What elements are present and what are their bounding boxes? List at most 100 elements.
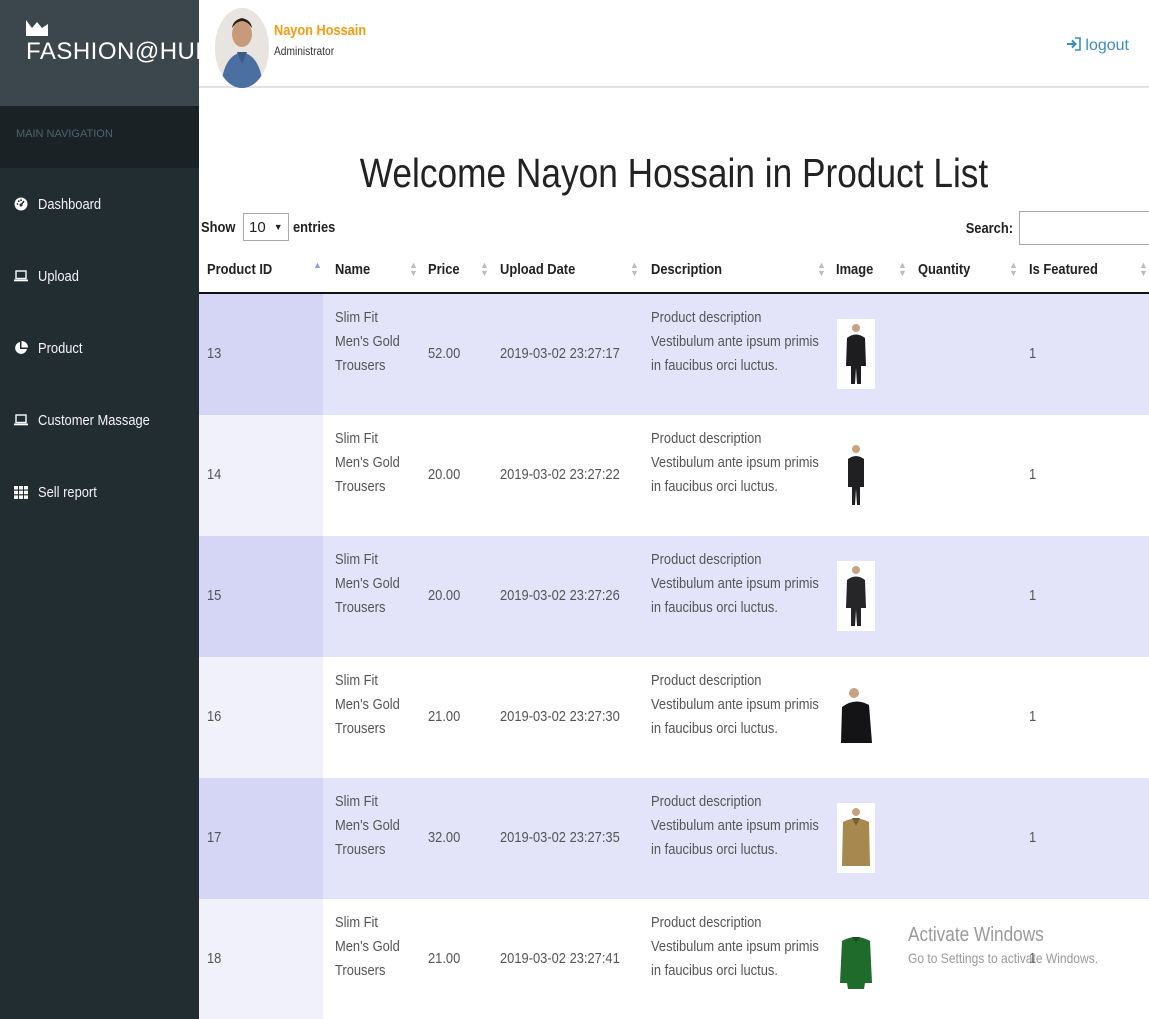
grid-icon bbox=[14, 485, 28, 499]
cell-name: Slim Fit Men's Gold Trousers bbox=[335, 309, 400, 374]
avatar-image bbox=[215, 8, 269, 88]
sidebar-item-label: Dashboard bbox=[38, 195, 102, 213]
dashboard-icon bbox=[14, 197, 28, 211]
column-header-product-id[interactable]: Product ID bbox=[207, 261, 283, 278]
cell-product-id: 16 bbox=[207, 708, 222, 725]
cell-description: Product description Vestibulum ante ipsum… bbox=[651, 914, 819, 979]
product-image[interactable] bbox=[837, 803, 875, 873]
sort-asc-icon: ▲ bbox=[313, 260, 322, 270]
product-thumbnail bbox=[841, 688, 872, 743]
user-role: Administrator bbox=[274, 44, 335, 58]
cell-description: Product description Vestibulum ante ipsum… bbox=[651, 551, 819, 616]
column-header-quantity[interactable]: Quantity bbox=[918, 261, 979, 278]
sort-icon: ▲ ▼ bbox=[409, 260, 418, 278]
cell-price: 21.00 bbox=[428, 708, 461, 725]
column-header-image[interactable]: Image bbox=[836, 261, 879, 278]
column-header-description[interactable]: Description bbox=[651, 261, 734, 278]
brand-name: FASHION@HUB bbox=[26, 38, 212, 65]
table-row[interactable]: 15 Slim Fit Men's Gold Trousers 20.00 2019… bbox=[199, 536, 1149, 657]
logout-label: logout bbox=[1085, 36, 1129, 54]
product-thumbnail bbox=[842, 808, 870, 866]
cell-product-id: 18 bbox=[207, 950, 222, 967]
laptop-icon bbox=[14, 413, 28, 427]
laptop-icon bbox=[14, 269, 28, 283]
sidebar-item-label: Sell report bbox=[38, 483, 97, 501]
cell-description: Product description Vestibulum ante ipsum… bbox=[651, 793, 819, 858]
cell-is-featured: 1 bbox=[1029, 587, 1037, 604]
cell-description: Product description Vestibulum ante ipsum… bbox=[651, 430, 819, 495]
sort-icon: ▲ ▼ bbox=[1009, 260, 1018, 278]
cell-price: 52.00 bbox=[428, 345, 461, 362]
activate-windows-watermark: Activate Windows Go to Settings to activ… bbox=[908, 924, 1129, 966]
cell-name: Slim Fit Men's Gold Trousers bbox=[335, 793, 400, 858]
cell-product-id: 13 bbox=[207, 345, 222, 362]
cell-upload-date: 2019-03-02 23:27:41 bbox=[500, 950, 620, 967]
column-header-upload-date[interactable]: Upload Date bbox=[500, 261, 588, 278]
product-image[interactable] bbox=[837, 440, 875, 510]
cell-price: 20.00 bbox=[428, 466, 461, 483]
brand[interactable]: FASHION@HUB bbox=[0, 0, 211, 106]
cell-name: Slim Fit Men's Gold Trousers bbox=[335, 430, 400, 495]
sort-icon: ▲ ▼ bbox=[630, 260, 639, 278]
sidebar: FASHION@HUB MAIN NAVIGATION Dashboard Up… bbox=[0, 0, 211, 1019]
sidebar-item-customer-massage[interactable]: Customer Massage bbox=[0, 384, 199, 456]
cell-product-id: 14 bbox=[207, 466, 222, 483]
product-image[interactable] bbox=[837, 319, 875, 389]
table-row[interactable]: 14 Slim Fit Men's Gold Trousers 20.00 2019… bbox=[199, 415, 1149, 536]
cell-price: 20.00 bbox=[428, 587, 461, 604]
column-header-price[interactable]: Price bbox=[428, 261, 465, 278]
product-thumbnail bbox=[846, 566, 866, 626]
cell-upload-date: 2019-03-02 23:27:30 bbox=[500, 708, 620, 725]
sidebar-item-label: Customer Massage bbox=[38, 411, 150, 429]
cell-name: Slim Fit Men's Gold Trousers bbox=[335, 672, 400, 737]
sort-icon: ▲ ▼ bbox=[817, 260, 826, 278]
sidebar-item-sell-report[interactable]: Sell report bbox=[0, 456, 199, 528]
top-header: Nayon Hossain Administrator logout bbox=[199, 0, 1149, 88]
cell-description: Product description Vestibulum ante ipsum… bbox=[651, 672, 819, 737]
avatar[interactable] bbox=[215, 8, 269, 88]
table-row[interactable]: 16 Slim Fit Men's Gold Trousers 21.00 2019… bbox=[199, 657, 1149, 778]
entries-label: entries bbox=[292, 218, 335, 236]
cell-upload-date: 2019-03-02 23:27:17 bbox=[500, 345, 620, 362]
cell-price: 21.00 bbox=[428, 950, 461, 967]
search-control: Search: bbox=[958, 211, 1149, 245]
product-image[interactable] bbox=[837, 682, 875, 752]
watermark-subtitle: Go to Settings to activate Windows. bbox=[908, 950, 1099, 966]
sort-icon: ▲ ▼ bbox=[480, 260, 489, 278]
sidebar-item-upload[interactable]: Upload bbox=[0, 240, 199, 312]
page-title: Welcome Nayon Hossain in Product List bbox=[359, 150, 989, 196]
pie-chart-icon bbox=[14, 341, 28, 355]
user-name[interactable]: Nayon Hossain bbox=[274, 22, 366, 39]
show-entries-control: Show 10 ▼ entries bbox=[201, 213, 342, 241]
cell-is-featured: 1 bbox=[1029, 708, 1037, 725]
cell-name: Slim Fit Men's Gold Trousers bbox=[335, 914, 400, 979]
search-input[interactable] bbox=[1019, 211, 1149, 245]
product-image[interactable] bbox=[837, 561, 875, 631]
search-label: Search: bbox=[965, 219, 1014, 237]
cell-price: 32.00 bbox=[428, 829, 461, 846]
table-header: Product ID ▲ Name ▲ ▼ Price ▲ ▼ Upload Dat… bbox=[199, 247, 1149, 294]
brand-logo-icon bbox=[26, 20, 48, 36]
sidebar-item-product[interactable]: Product bbox=[0, 312, 199, 384]
nav-header: MAIN NAVIGATION bbox=[0, 106, 199, 168]
product-table: Product ID ▲ Name ▲ ▼ Price ▲ ▼ Upload Dat… bbox=[199, 247, 1149, 1019]
cell-is-featured: 1 bbox=[1029, 466, 1037, 483]
product-thumbnail bbox=[848, 445, 864, 505]
sidebar-item-label: Product bbox=[38, 339, 83, 357]
sort-icon: ▲ ▼ bbox=[1139, 260, 1148, 278]
sidebar-item-dashboard[interactable]: Dashboard bbox=[0, 168, 199, 240]
watermark-title: Activate Windows bbox=[908, 924, 1044, 946]
column-header-name[interactable]: Name bbox=[335, 261, 376, 278]
logout-button[interactable]: logout bbox=[1066, 36, 1129, 55]
cell-is-featured: 1 bbox=[1029, 829, 1037, 846]
cell-product-id: 15 bbox=[207, 587, 222, 604]
product-image[interactable] bbox=[837, 924, 875, 994]
entries-value: 10 bbox=[249, 218, 266, 236]
cell-description: Product description Vestibulum ante ipsum… bbox=[651, 309, 819, 374]
sidebar-item-label: Upload bbox=[38, 267, 79, 285]
entries-select[interactable]: 10 ▼ bbox=[243, 213, 289, 241]
table-row[interactable]: 13 Slim Fit Men's Gold Trousers 52.00 2019… bbox=[199, 294, 1149, 415]
table-row[interactable]: 17 Slim Fit Men's Gold Trousers 32.00 2019… bbox=[199, 778, 1149, 899]
column-header-is-featured[interactable]: Is Featured bbox=[1029, 261, 1109, 278]
cell-upload-date: 2019-03-02 23:27:26 bbox=[500, 587, 620, 604]
